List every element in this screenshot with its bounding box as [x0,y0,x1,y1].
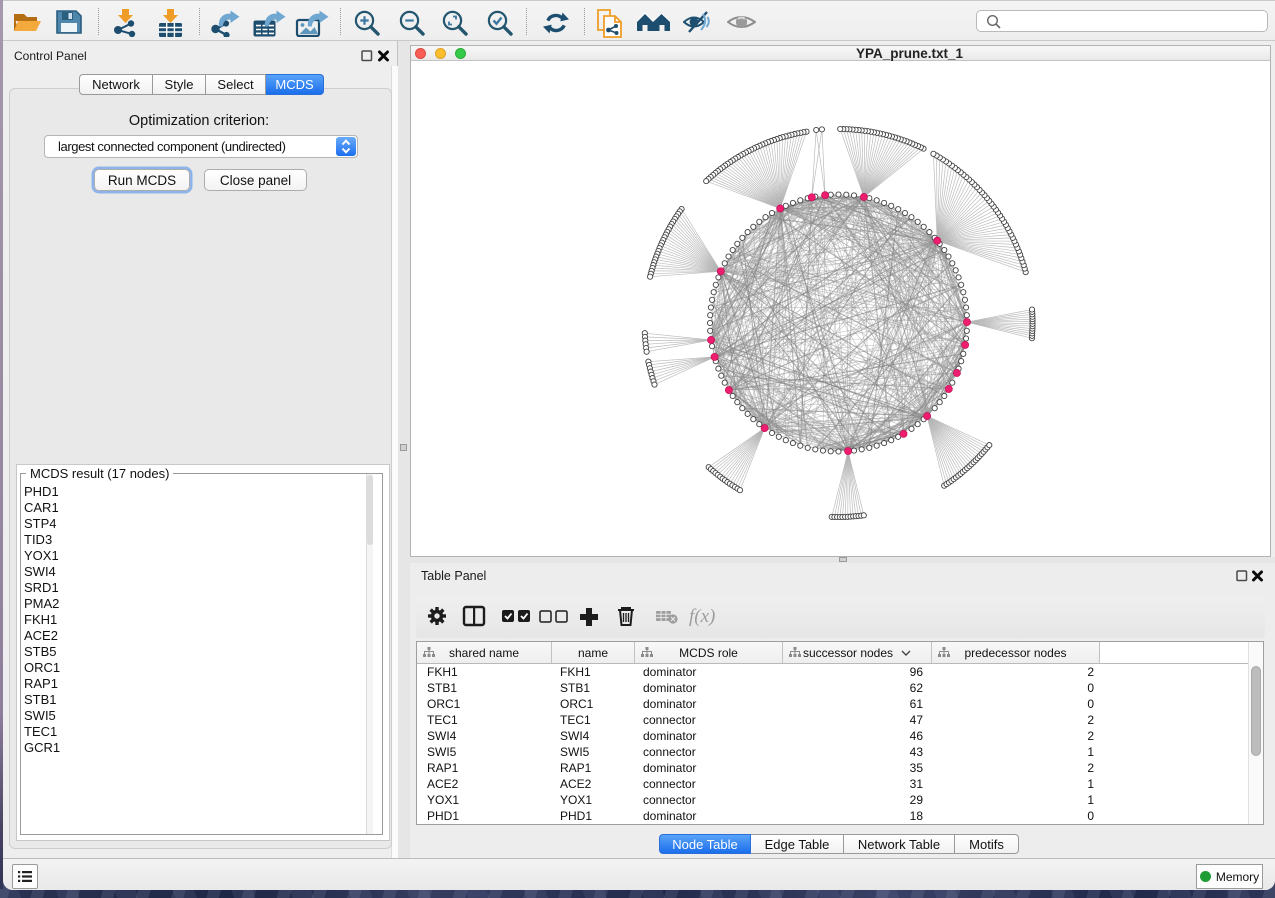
svg-text:f(x): f(x) [689,606,715,627]
